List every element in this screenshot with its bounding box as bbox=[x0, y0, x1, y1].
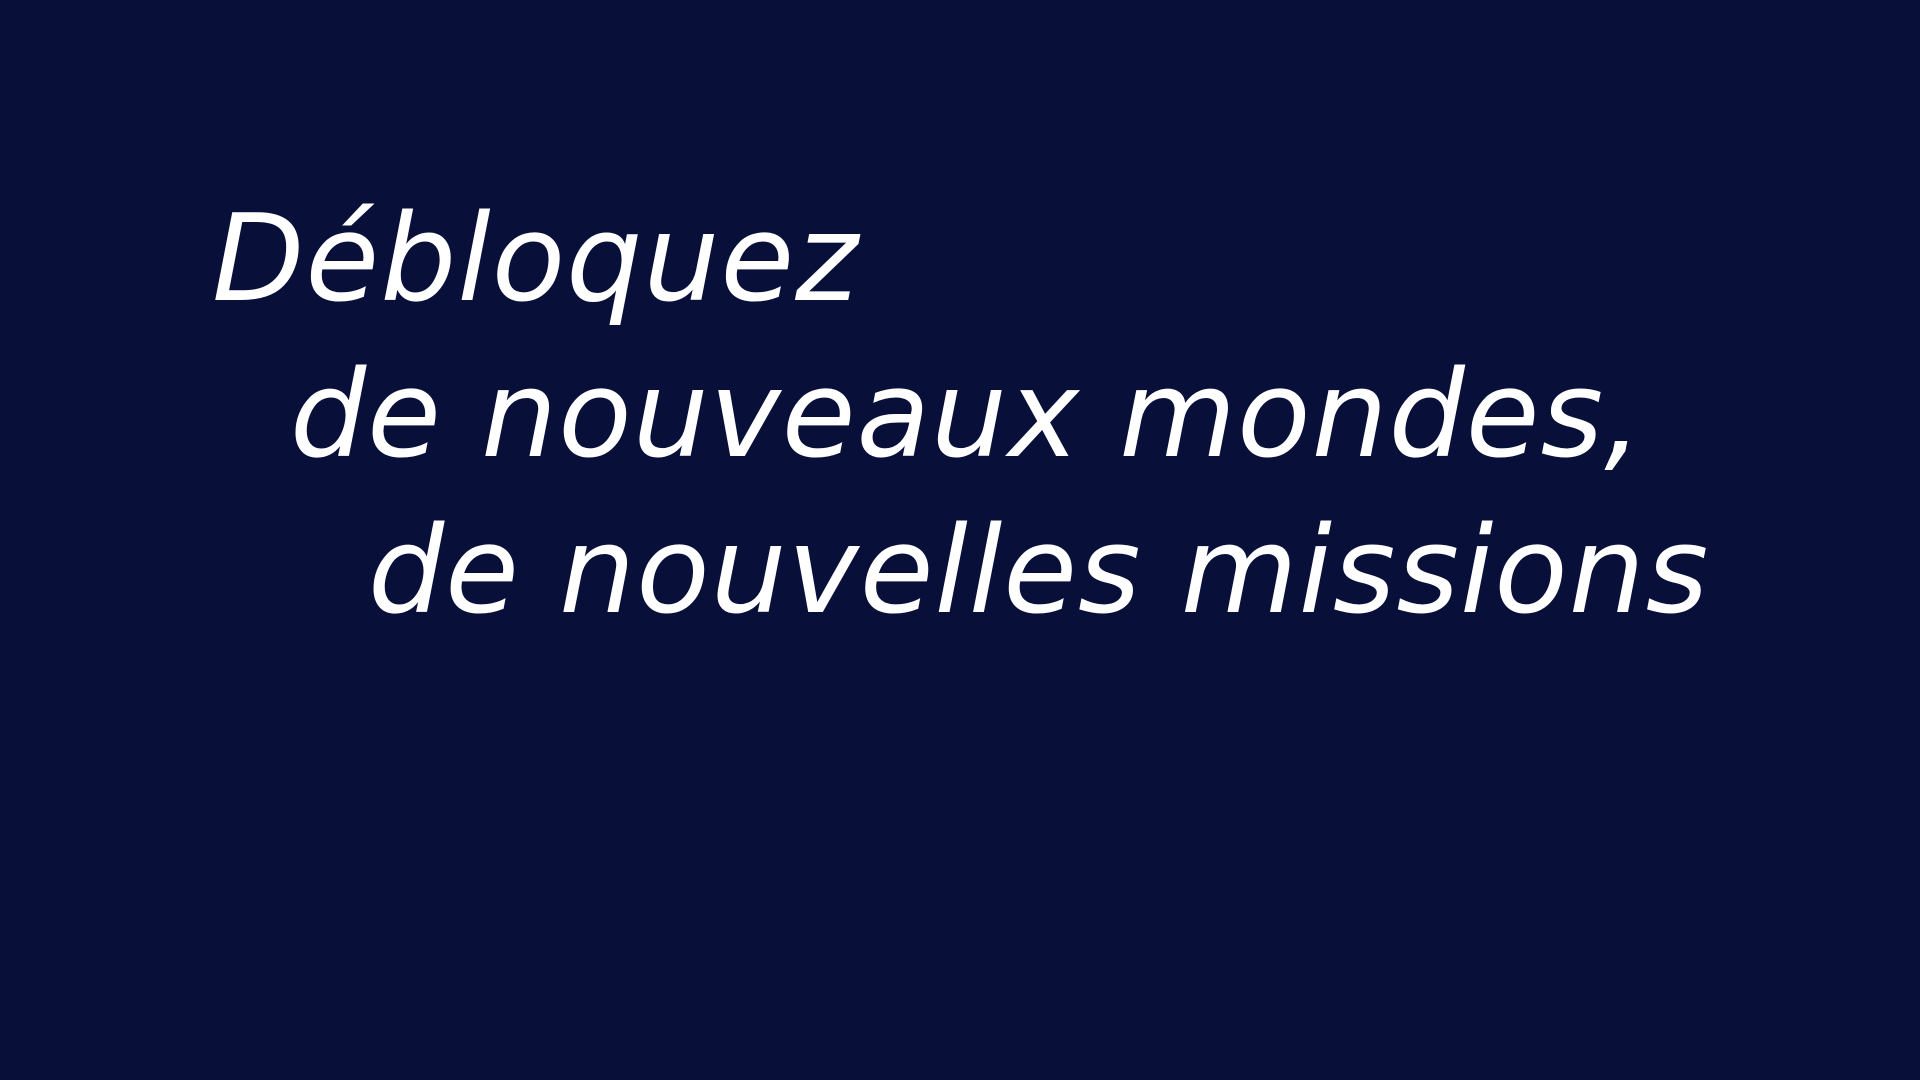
headline-line-1: Débloquez bbox=[212, 190, 860, 329]
headline: Débloquez de nouveaux mondes, de nouvell… bbox=[0, 0, 1920, 1080]
headline-line-2: de nouveaux mondes, bbox=[290, 346, 1644, 485]
title-screen: Débloquez de nouveaux mondes, de nouvell… bbox=[0, 0, 1920, 1080]
headline-line-3: de nouvelles missions bbox=[368, 502, 1710, 641]
